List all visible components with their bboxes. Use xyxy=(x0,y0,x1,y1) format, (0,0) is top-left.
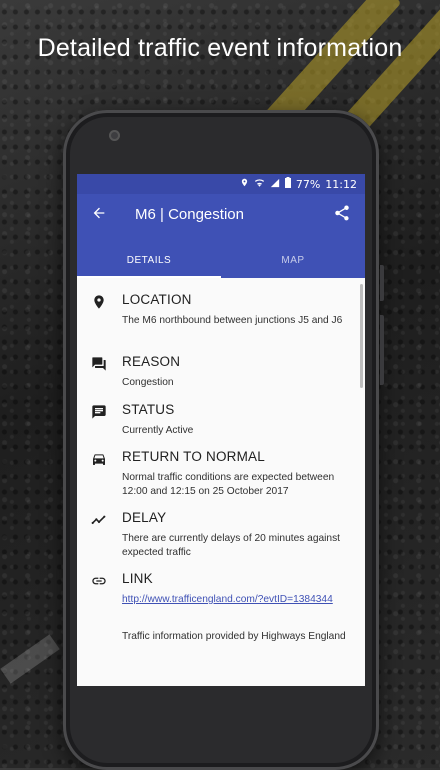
back-arrow-icon[interactable] xyxy=(91,205,107,226)
section-text: Congestion xyxy=(122,377,174,388)
section-heading: RETURN TO NORMAL xyxy=(122,449,265,464)
battery-percent: 77% xyxy=(295,177,321,191)
phone-side-button xyxy=(380,315,384,385)
section-text: Currently Active xyxy=(122,425,194,436)
status-message-icon xyxy=(91,404,108,421)
section-link-text: http://www.trafficengland.com/?evtID=138… xyxy=(122,593,358,607)
tab-map[interactable]: MAP xyxy=(221,242,365,278)
section-heading: REASON xyxy=(122,354,181,369)
location-pin-icon xyxy=(91,294,108,311)
attribution-note: Traffic information provided by Highways… xyxy=(122,631,346,642)
location-status-icon xyxy=(240,177,249,191)
section-text: Normal traffic conditions are expected b… xyxy=(122,472,335,497)
section-text: There are currently delays of 20 minutes… xyxy=(122,533,341,558)
car-icon xyxy=(91,451,108,468)
share-icon[interactable] xyxy=(333,204,353,224)
front-camera xyxy=(109,130,120,141)
tab-bar: DETAILS MAP xyxy=(77,242,365,278)
section-text: The M6 northbound between junctions J5 a… xyxy=(122,315,343,326)
scrollbar[interactable] xyxy=(360,284,363,388)
section-heading: LINK xyxy=(122,571,153,586)
battery-icon xyxy=(284,177,291,191)
clock: 11:12 xyxy=(325,177,357,191)
status-bar: 77% 11:12 xyxy=(77,174,365,194)
signal-icon xyxy=(270,178,280,191)
traffic-england-link[interactable]: http://www.trafficengland.com/?evtID=138… xyxy=(122,594,333,605)
section-heading: LOCATION xyxy=(122,292,192,307)
wifi-icon xyxy=(254,178,265,191)
trending-line-icon xyxy=(91,512,108,529)
link-icon xyxy=(91,573,108,590)
reason-chat-icon xyxy=(91,356,108,373)
app-bar: M6 | Congestion DETAILS MAP xyxy=(77,194,365,278)
section-heading: DELAY xyxy=(122,510,167,525)
phone-side-button xyxy=(380,265,384,301)
section-heading: STATUS xyxy=(122,402,175,417)
page-title: M6 | Congestion xyxy=(135,206,244,223)
promo-headline: Detailed traffic event information xyxy=(37,34,403,62)
details-panel: LOCATION The M6 northbound between junct… xyxy=(77,278,365,686)
road-marking xyxy=(0,634,60,684)
tab-details[interactable]: DETAILS xyxy=(77,242,221,278)
app-screen: 77% 11:12 M6 | Congestion DETAILS MAP LO… xyxy=(77,174,365,686)
